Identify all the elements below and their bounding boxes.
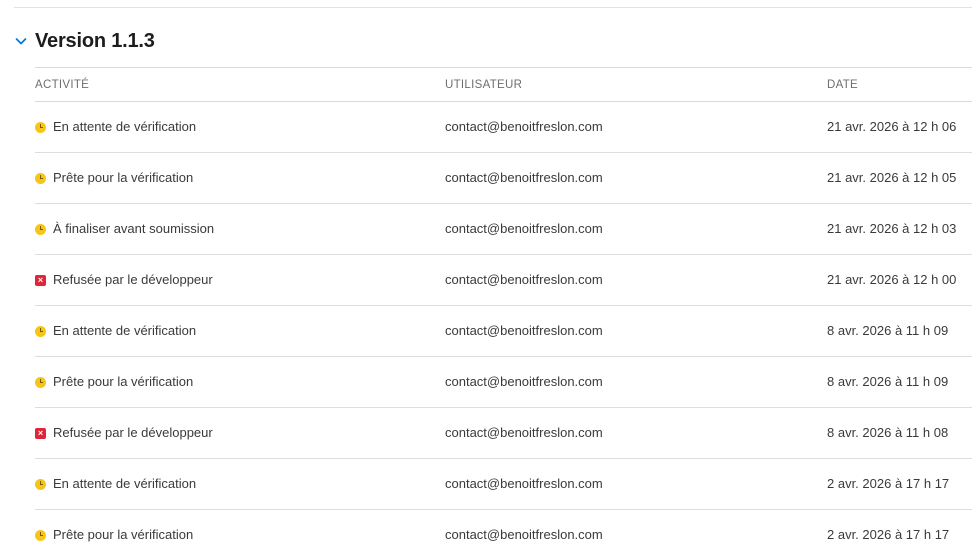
clock-icon	[35, 529, 46, 541]
activity-label: Prête pour la vérification	[53, 170, 194, 185]
activity-cell: En attente de vérification	[35, 323, 196, 339]
version-section-header[interactable]: Version 1.1.3	[14, 28, 155, 54]
clock-icon	[35, 325, 46, 337]
section-title: Version 1.1.3	[35, 29, 155, 52]
chevron-down-icon[interactable]	[14, 34, 28, 48]
clock-icon	[35, 223, 46, 235]
activity-cell: Prête pour la vérification	[35, 170, 193, 186]
activity-label: En attente de vérification	[53, 476, 197, 491]
clock-icon	[35, 478, 46, 490]
date-cell: 8 avr. 2026 à 11 h 09	[827, 374, 949, 389]
activity-label: Refusée par le développeur	[53, 425, 213, 440]
date-cell: 2 avr. 2026 à 17 h 17	[827, 476, 950, 491]
activity-cell: À finaliser avant soumission	[35, 221, 214, 237]
table-row[interactable]: × Refusée par le développeur contact@benoi…	[35, 255, 972, 306]
activity-label: Prête pour la vérification	[53, 527, 194, 542]
activity-label: En attente de vérification	[53, 323, 197, 338]
user-cell: contact@benoitfreslon.com	[445, 119, 603, 134]
activity-label: Refusée par le développeur	[53, 272, 213, 287]
activity-cell: Prête pour la vérification	[35, 527, 193, 543]
column-header-user[interactable]: UTILISATEUR	[445, 79, 522, 91]
activity-label: En attente de vérification	[53, 119, 197, 134]
activity-cell: × Refusée par le développeur	[35, 272, 213, 288]
table-header: ACTIVITÉ UTILISATEUR DATE	[35, 67, 972, 102]
table-row[interactable]: En attente de vérification contact@benoit…	[35, 459, 972, 510]
activity-cell: En attente de vérification	[35, 476, 196, 492]
table-row[interactable]: × Refusée par le développeur contact@benoi…	[35, 408, 972, 459]
user-cell: contact@benoitfreslon.com	[445, 374, 603, 389]
date-cell: 21 avr. 2026 à 12 h 03	[827, 221, 957, 236]
user-cell: contact@benoitfreslon.com	[445, 476, 603, 491]
table-row[interactable]: En attente de vérification contact@benoit…	[35, 306, 972, 357]
page: Version 1.1.3 ACTIVITÉ UTILISATEUR DATE …	[0, 0, 972, 559]
activity-label: Prête pour la vérification	[53, 374, 194, 389]
table-row[interactable]: Prête pour la vérification contact@benoit…	[35, 153, 972, 204]
x-mark-icon: ×	[35, 274, 46, 286]
user-cell: contact@benoitfreslon.com	[445, 272, 603, 287]
clock-icon	[35, 172, 46, 184]
table-row[interactable]: Prête pour la vérification contact@benoit…	[35, 357, 972, 408]
user-cell: contact@benoitfreslon.com	[445, 425, 603, 440]
clock-icon	[35, 376, 46, 388]
date-cell: 21 avr. 2026 à 12 h 06	[827, 119, 957, 134]
top-divider	[14, 7, 972, 8]
date-cell: 8 avr. 2026 à 11 h 09	[827, 323, 949, 338]
table-row[interactable]: En attente de vérification contact@benoit…	[35, 102, 972, 153]
user-cell: contact@benoitfreslon.com	[445, 221, 603, 236]
date-cell: 2 avr. 2026 à 17 h 17	[827, 527, 950, 542]
column-header-activity[interactable]: ACTIVITÉ	[35, 79, 89, 91]
date-cell: 8 avr. 2026 à 11 h 08	[827, 425, 949, 440]
user-cell: contact@benoitfreslon.com	[445, 527, 603, 542]
activity-cell: × Refusée par le développeur	[35, 425, 213, 441]
activity-label: À finaliser avant soumission	[53, 221, 215, 236]
column-header-date[interactable]: DATE	[827, 79, 858, 91]
clock-icon	[35, 121, 46, 133]
user-cell: contact@benoitfreslon.com	[445, 170, 603, 185]
user-cell: contact@benoitfreslon.com	[445, 323, 603, 338]
x-mark-icon: ×	[35, 427, 46, 439]
activity-table: ACTIVITÉ UTILISATEUR DATE En attente de …	[35, 67, 972, 559]
table-row[interactable]: Prête pour la vérification contact@benoit…	[35, 510, 972, 559]
date-cell: 21 avr. 2026 à 12 h 00	[827, 272, 957, 287]
table-row[interactable]: À finaliser avant soumission contact@beno…	[35, 204, 972, 255]
table-body: En attente de vérification contact@benoit…	[35, 102, 972, 559]
activity-cell: En attente de vérification	[35, 119, 196, 135]
date-cell: 21 avr. 2026 à 12 h 05	[827, 170, 957, 185]
activity-cell: Prête pour la vérification	[35, 374, 193, 390]
